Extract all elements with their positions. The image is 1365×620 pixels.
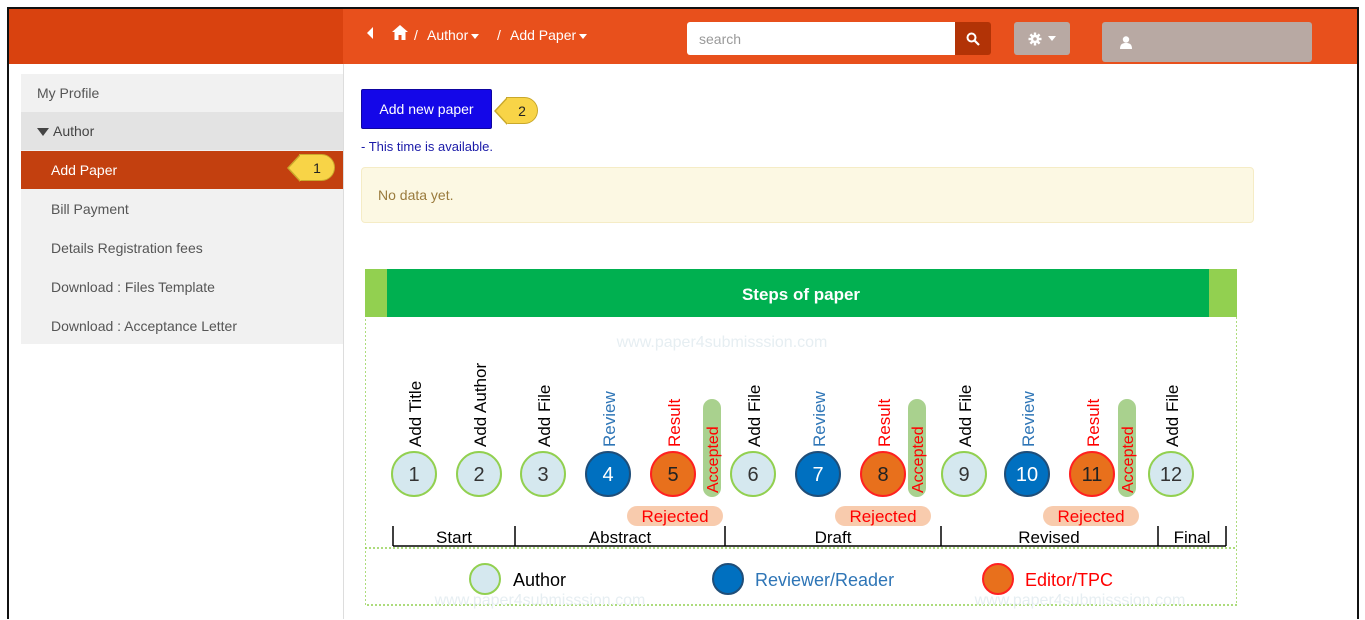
search-icon xyxy=(966,32,980,46)
step-number: 2 xyxy=(473,464,484,486)
step-number: 5 xyxy=(667,464,678,486)
phase-label: Abstract xyxy=(589,528,652,547)
step-label: Add File xyxy=(535,385,554,447)
step-number: 7 xyxy=(812,464,823,486)
step-label: Add File xyxy=(745,385,764,447)
chevron-left-icon[interactable] xyxy=(365,26,375,43)
phase-label: Final xyxy=(1174,528,1211,547)
breadcrumb-separator: / xyxy=(497,27,501,43)
rejected-label: Rejected xyxy=(1057,507,1124,526)
sidebar-item-registration-fees[interactable]: Details Registration fees xyxy=(21,229,343,267)
sidebar-divider xyxy=(343,64,344,619)
step-label: Result xyxy=(665,399,684,447)
step-label: Result xyxy=(875,399,894,447)
legend-swatch xyxy=(712,563,744,595)
add-new-paper-button[interactable]: Add new paper xyxy=(361,89,492,129)
sidebar-item-bill-payment[interactable]: Bill Payment xyxy=(21,190,343,228)
step-label: Review xyxy=(1019,391,1038,447)
search-button[interactable] xyxy=(955,22,991,55)
accepted-label: Accepted xyxy=(910,426,927,493)
step-number: 9 xyxy=(958,464,969,486)
phase-label: Draft xyxy=(815,528,852,547)
sidebar-item-label: Bill Payment xyxy=(51,201,129,217)
home-icon[interactable] xyxy=(392,25,408,44)
no-data-alert: No data yet. xyxy=(361,167,1254,223)
sidebar-item-label: Add Paper xyxy=(51,162,118,178)
step-label: Result xyxy=(1084,399,1103,447)
step-number: 8 xyxy=(877,464,888,486)
step-number: 12 xyxy=(1160,464,1182,486)
callout-number: 2 xyxy=(518,102,526,119)
legend-swatch xyxy=(982,563,1014,595)
sidebar-item-label: Details Registration fees xyxy=(51,240,203,256)
breadcrumb-author-label: Author xyxy=(427,27,469,43)
phase-label: Revised xyxy=(1018,528,1079,547)
step-label: Review xyxy=(600,391,619,447)
legend-swatch xyxy=(469,563,501,595)
availability-text: - This time is available. xyxy=(361,139,493,154)
sidebar-item-files-template[interactable]: Download : Files Template xyxy=(21,268,343,306)
callout-number: 1 xyxy=(313,159,321,176)
legend-label: Editor/TPC xyxy=(1025,570,1113,590)
callout-2: 2 xyxy=(494,97,538,125)
phase-label: Start xyxy=(436,528,472,547)
step-label: Add Author xyxy=(471,363,490,447)
step-number: 10 xyxy=(1016,464,1038,486)
watermark: www.paper4submisssion.com xyxy=(434,592,646,609)
watermark: www.paper4submisssion.com xyxy=(974,592,1186,609)
caret-down-icon xyxy=(1048,36,1056,41)
sidebar-item-label: Download : Files Template xyxy=(51,279,215,295)
settings-button[interactable] xyxy=(1014,22,1070,55)
step-number: 4 xyxy=(602,464,613,486)
step-label: Add File xyxy=(1163,385,1182,447)
step-number: 11 xyxy=(1082,464,1103,486)
step-label: Review xyxy=(810,391,829,447)
user-icon xyxy=(1120,35,1132,49)
rejected-label: Rejected xyxy=(849,507,916,526)
sidebar-item-label: My Profile xyxy=(37,85,100,101)
diagram-border xyxy=(365,269,1237,606)
breadcrumb-author[interactable]: Author xyxy=(427,27,480,43)
app-window: / Author / Add Paper My Profile Author A… xyxy=(7,7,1359,619)
accepted-label: Accepted xyxy=(705,426,722,493)
sidebar-item-label: Download : Acceptance Letter xyxy=(51,318,238,334)
legend-label: Reviewer/Reader xyxy=(755,570,894,590)
rejected-label: Rejected xyxy=(641,507,708,526)
breadcrumb-add-paper-label: Add Paper xyxy=(510,27,577,43)
top-navbar: / Author / Add Paper xyxy=(9,9,1357,64)
step-label: Add File xyxy=(956,385,975,447)
watermark: www.paper4submisssion.com xyxy=(616,334,828,351)
accepted-label: Accepted xyxy=(1120,426,1137,493)
sidebar-item-label: Author xyxy=(53,123,95,139)
user-menu-button[interactable] xyxy=(1102,22,1312,62)
sidebar-item-my-profile[interactable]: My Profile xyxy=(21,74,343,112)
caret-down-icon xyxy=(579,33,588,39)
sidebar: My Profile Author Add Paper Bill Payment… xyxy=(21,74,343,344)
step-number: 3 xyxy=(537,464,548,486)
legend-label: Author xyxy=(513,570,566,590)
search-input[interactable] xyxy=(687,22,955,55)
callout-1: 1 xyxy=(287,154,335,182)
brand-area xyxy=(9,9,343,64)
gear-icon xyxy=(1028,32,1042,45)
diagram-title: Steps of paper xyxy=(742,285,860,304)
breadcrumb-separator: / xyxy=(414,27,418,43)
sidebar-group-author[interactable]: Author xyxy=(21,112,343,150)
caret-down-icon xyxy=(471,33,480,39)
step-number: 6 xyxy=(747,464,758,486)
triangle-down-icon xyxy=(37,128,49,137)
breadcrumb-add-paper[interactable]: Add Paper xyxy=(510,27,588,43)
step-label: Add Title xyxy=(406,381,425,447)
steps-of-paper-diagram: Steps of paper www.paper4submisssion.com… xyxy=(365,269,1237,609)
sidebar-item-acceptance-letter[interactable]: Download : Acceptance Letter xyxy=(21,307,343,345)
step-number: 1 xyxy=(408,464,419,486)
